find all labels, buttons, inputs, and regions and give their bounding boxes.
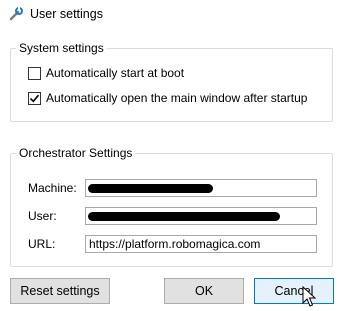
auto-start-label[interactable]: Automatically start at boot: [46, 66, 184, 80]
auto-open-label[interactable]: Automatically open the main window after…: [46, 91, 307, 105]
auto-start-checkbox[interactable]: [28, 67, 41, 80]
reset-settings-button[interactable]: Reset settings: [10, 278, 110, 304]
machine-field[interactable]: [85, 179, 317, 197]
gear-icon: [8, 6, 24, 22]
system-settings-legend: System settings: [16, 41, 107, 55]
user-field[interactable]: [85, 207, 317, 225]
url-label: URL:: [28, 237, 56, 251]
ok-button[interactable]: OK: [164, 278, 244, 304]
user-redacted-value: [88, 212, 280, 221]
checkmark-icon: [29, 94, 40, 103]
title-bar: User settings: [0, 0, 342, 30]
url-value: https://platform.robomagica.com: [89, 237, 261, 251]
mouse-cursor-icon: [302, 285, 317, 311]
auto-open-checkbox[interactable]: [28, 92, 41, 105]
window-title: User settings: [30, 7, 103, 21]
orchestrator-settings-legend: Orchestrator Settings: [16, 146, 136, 160]
cancel-button[interactable]: Cancel: [254, 278, 334, 304]
url-field[interactable]: https://platform.robomagica.com: [85, 235, 317, 253]
machine-label: Machine:: [28, 181, 77, 195]
system-settings-group: System settings: [10, 41, 333, 122]
machine-redacted-value: [88, 184, 213, 193]
user-label: User:: [28, 209, 57, 223]
